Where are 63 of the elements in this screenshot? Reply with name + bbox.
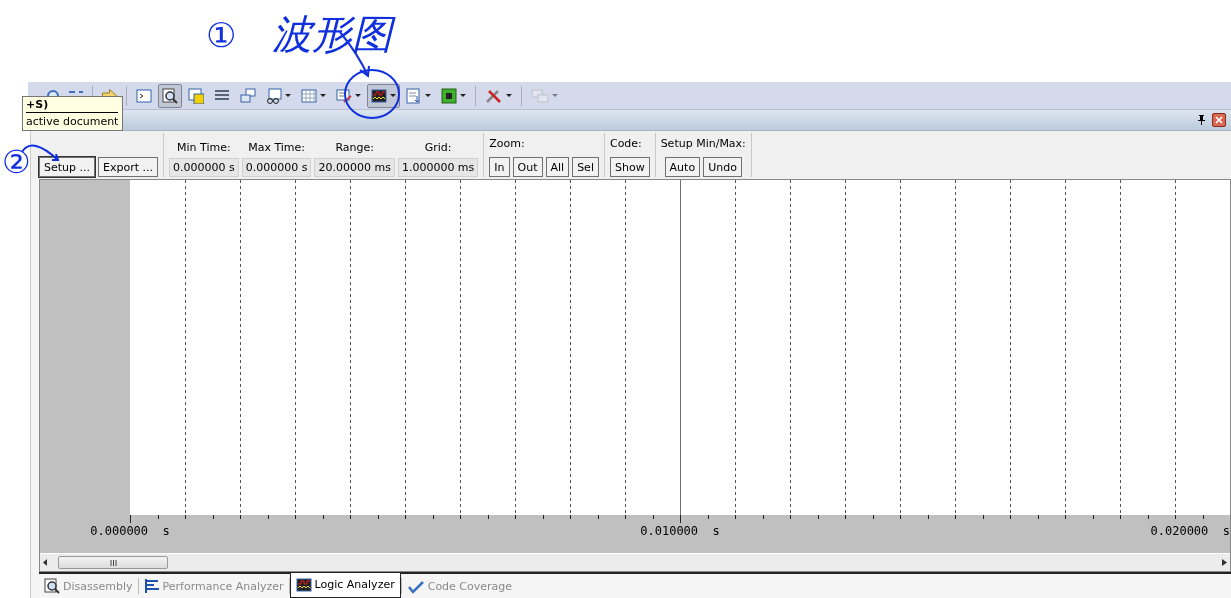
panel-button[interactable]: Setup ... bbox=[39, 157, 95, 177]
scroll-left-icon[interactable] bbox=[43, 559, 48, 566]
window-layout-icon bbox=[531, 87, 549, 104]
caret-icon bbox=[460, 94, 466, 97]
toolbar-button[interactable] bbox=[367, 83, 400, 108]
field-label: Min Time: bbox=[177, 141, 231, 154]
serial-window-icon bbox=[336, 87, 352, 104]
value-field: 1.000000 ms bbox=[397, 158, 479, 177]
panel-button[interactable]: Export ... bbox=[98, 157, 158, 177]
checkmark-icon bbox=[406, 578, 425, 594]
panel-button[interactable]: Sel bbox=[572, 157, 599, 177]
caret-icon bbox=[320, 94, 326, 97]
close-icon bbox=[1215, 116, 1223, 124]
annotation-circle bbox=[342, 66, 402, 120]
toolbar-button[interactable] bbox=[158, 83, 182, 108]
group-label: Code: bbox=[609, 137, 642, 150]
field-label: Grid: bbox=[424, 141, 452, 154]
caret-icon bbox=[552, 94, 558, 97]
panel-tab[interactable]: Logic Analyzer bbox=[289, 572, 401, 598]
value-field: 20.00000 ms bbox=[314, 158, 395, 177]
panel-button[interactable]: Undo bbox=[703, 157, 742, 177]
chip-icon bbox=[441, 87, 457, 104]
grip-icon bbox=[109, 559, 117, 566]
panel-button[interactable]: Show bbox=[609, 157, 650, 177]
field-label: Max Time: bbox=[248, 141, 306, 154]
group-label: Setup Min/Max: bbox=[660, 137, 746, 150]
panel-button[interactable]: Out bbox=[512, 157, 543, 177]
magnifier-document-icon bbox=[162, 87, 178, 104]
caret-icon bbox=[285, 94, 291, 97]
axis-label: 0.000000 s bbox=[90, 524, 170, 538]
close-button[interactable] bbox=[1212, 113, 1226, 127]
watch-window-icon bbox=[266, 87, 282, 104]
panel-button[interactable]: In bbox=[489, 157, 510, 177]
symbols-window-icon bbox=[188, 87, 204, 104]
pin-icon[interactable] bbox=[1197, 115, 1206, 125]
axis-label: 0.020000 s bbox=[1150, 524, 1230, 538]
waveform-window-icon bbox=[295, 576, 312, 593]
grid-window-icon bbox=[301, 87, 317, 104]
caret-icon bbox=[390, 94, 396, 97]
group-label: Zoom: bbox=[489, 137, 525, 150]
annotation-number: ① bbox=[206, 18, 236, 52]
panel-button[interactable]: Auto bbox=[664, 157, 701, 177]
value-field: 0.000000 s bbox=[169, 158, 239, 177]
tooltip-text: active document bbox=[26, 115, 119, 128]
panel-button[interactable]: All bbox=[545, 157, 570, 177]
waveform-window-icon bbox=[371, 87, 387, 104]
caret-icon bbox=[506, 94, 512, 97]
scrollbar-thumb[interactable] bbox=[58, 556, 168, 569]
trace-window-icon bbox=[406, 87, 422, 104]
value-field: 0.000000 s bbox=[241, 158, 312, 177]
tools-icon bbox=[485, 87, 503, 104]
caret-icon bbox=[355, 94, 361, 97]
field-label: Range: bbox=[335, 141, 374, 154]
command-window-icon bbox=[136, 87, 152, 104]
axis-label: 0.010000 s bbox=[640, 524, 720, 538]
magnifier-document-icon bbox=[44, 578, 60, 594]
scroll-right-icon[interactable] bbox=[1222, 559, 1227, 566]
annotation-number: ② bbox=[2, 146, 31, 178]
stacked-windows-icon bbox=[240, 87, 256, 104]
horizontal-scrollbar[interactable] bbox=[40, 553, 1230, 571]
tooltip-title: +S) bbox=[26, 98, 119, 113]
bar-list-icon bbox=[143, 578, 160, 594]
caret-icon bbox=[425, 94, 431, 97]
